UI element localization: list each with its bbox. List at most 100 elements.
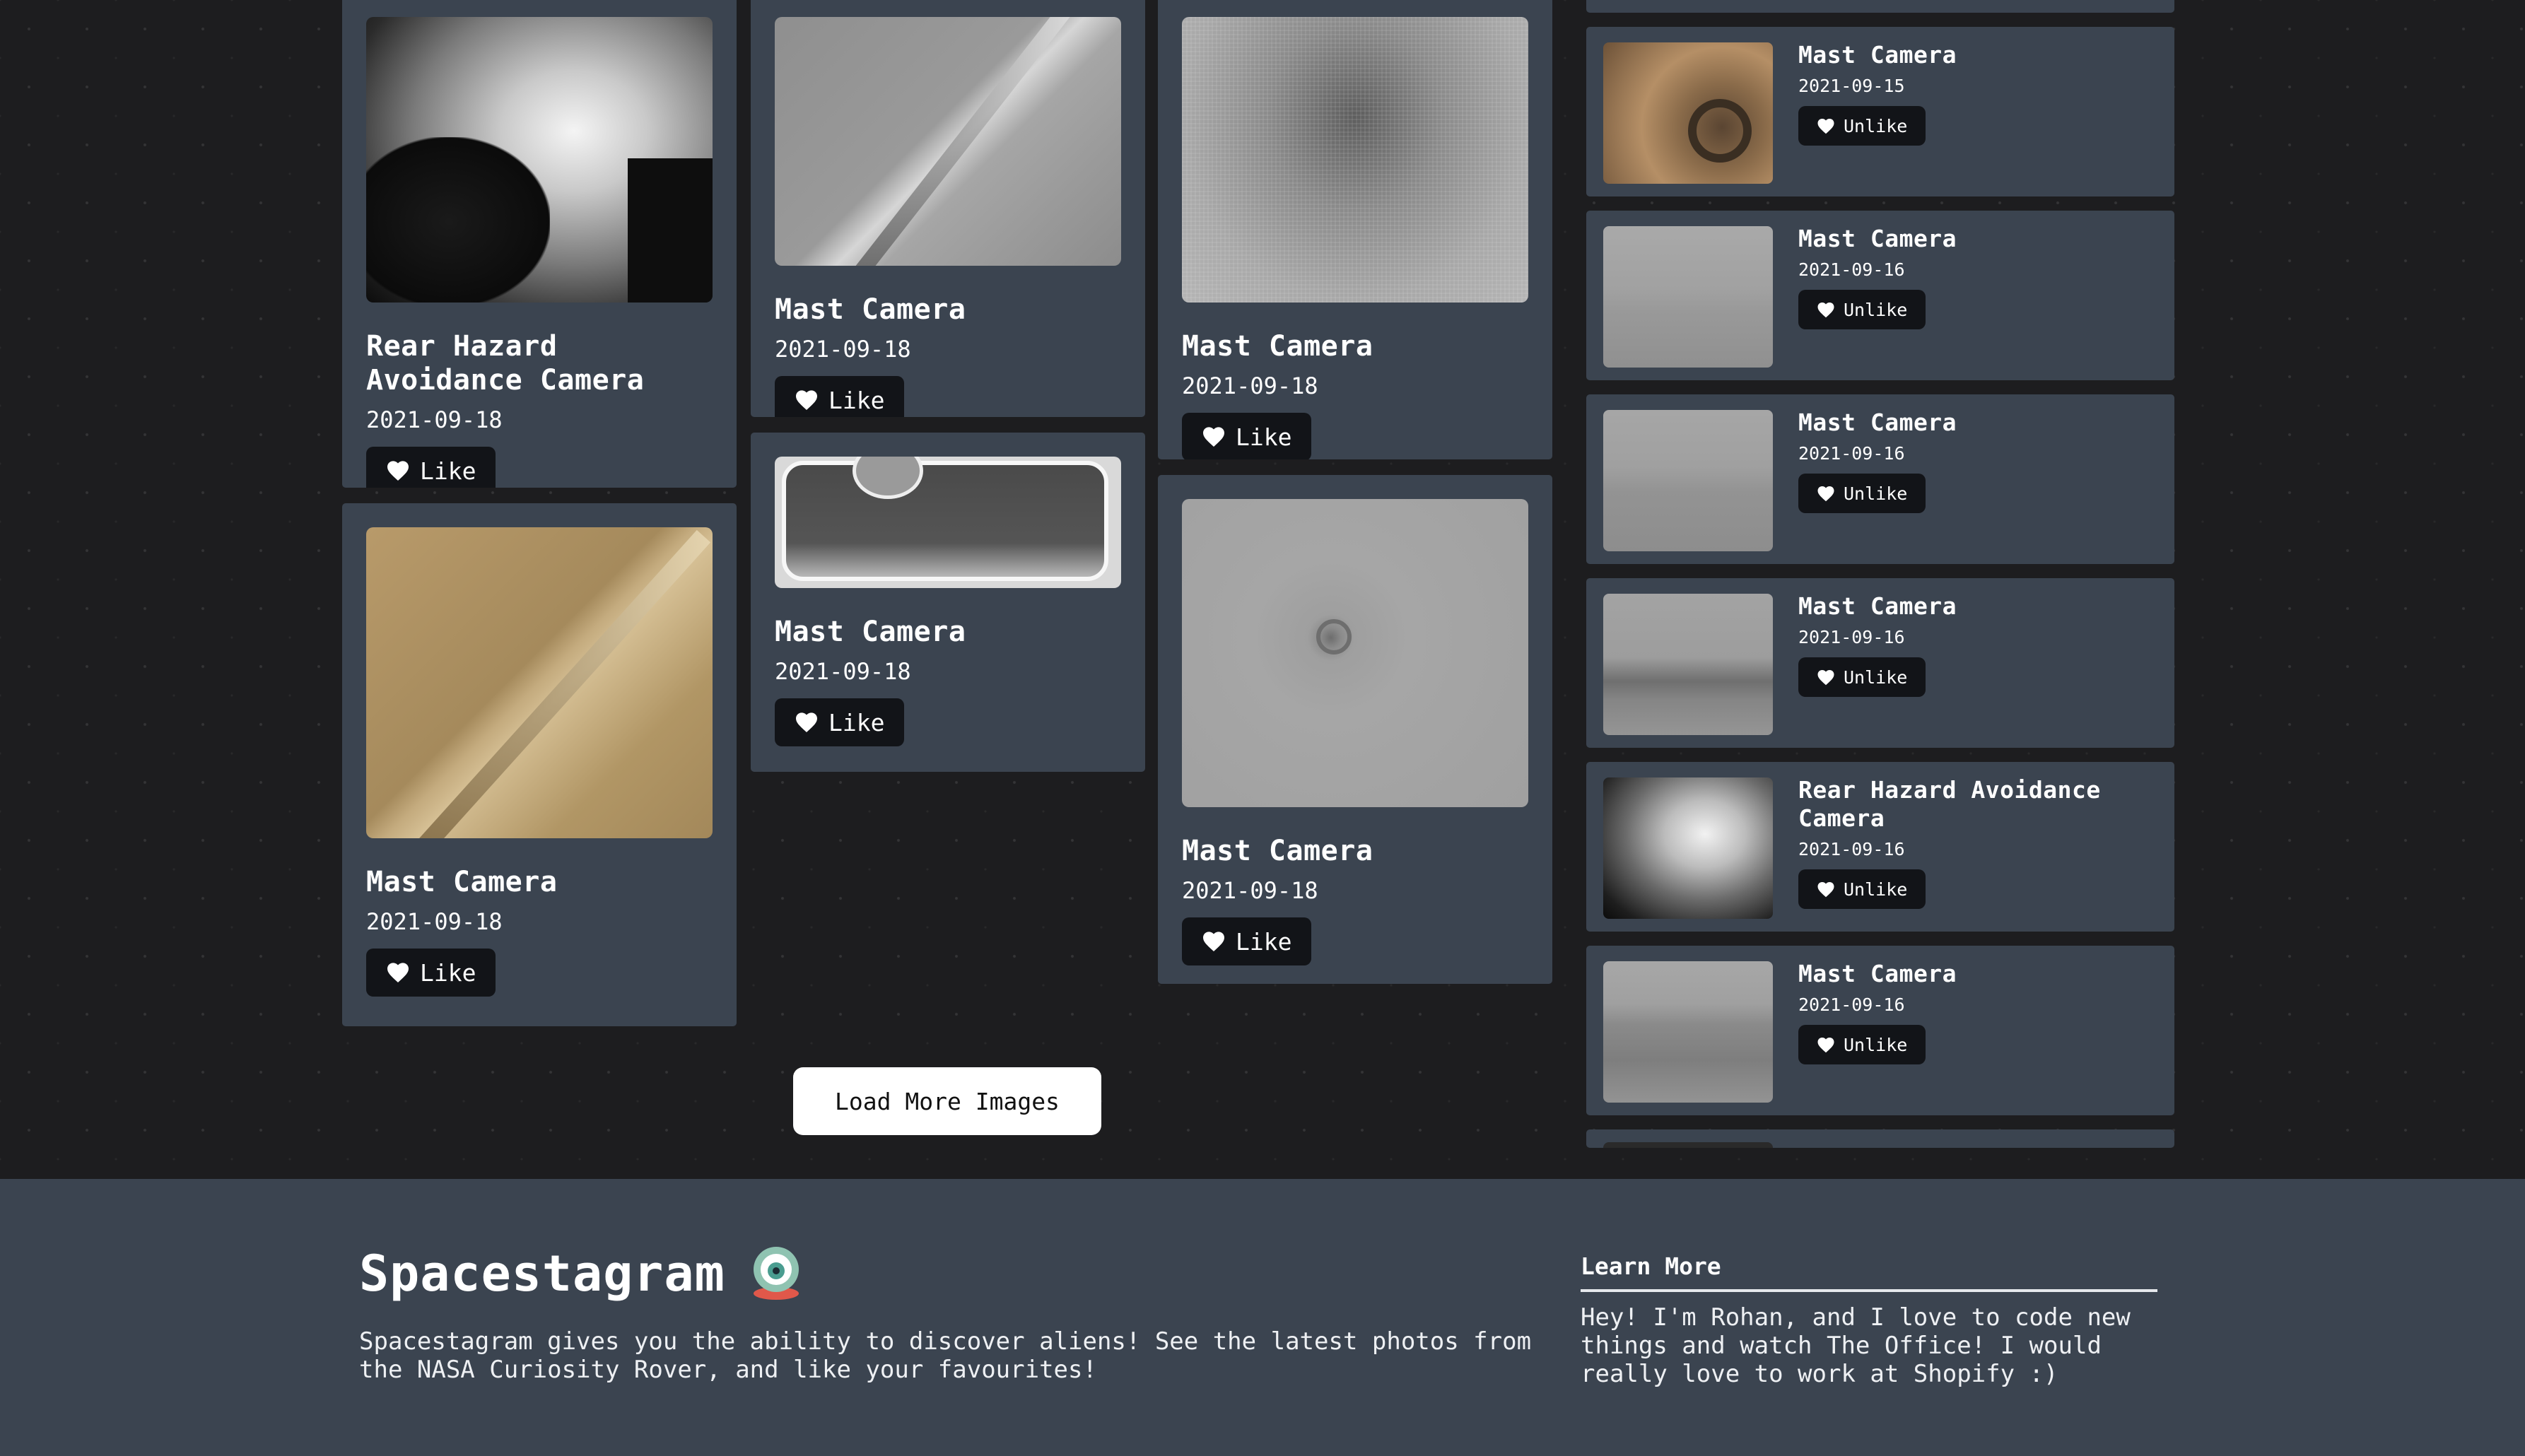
- photo-image: [366, 527, 713, 838]
- unlike-button[interactable]: Unlike: [1798, 869, 1926, 909]
- heart-icon: [1817, 1037, 1834, 1052]
- unlike-button[interactable]: Unlike: [1798, 474, 1926, 513]
- favourite-date: 2021-09-16: [1798, 839, 1905, 859]
- unlike-label: Unlike: [1844, 115, 1908, 136]
- like-button[interactable]: Like: [1182, 917, 1312, 965]
- card-date: 2021-09-18: [1182, 372, 1318, 399]
- favourite-image: [1603, 961, 1773, 1103]
- favourite-card: Mast Camera 2021-09-15 Unlike: [1586, 27, 2174, 196]
- favourite-date: 2021-09-16: [1798, 627, 1905, 647]
- learn-more-text: Hey! I'm Rohan, and I love to code new t…: [1581, 1303, 2131, 1388]
- favourite-date: 2021-09-16: [1798, 259, 1905, 280]
- favourite-text: Mast Camera 2021-09-16 Unlike: [1798, 409, 2160, 513]
- favourite-image: [1603, 594, 1773, 735]
- card-title: Mast Camera: [1182, 835, 1373, 867]
- heart-icon: [1203, 427, 1224, 447]
- card-title: Mast Camera: [775, 293, 966, 326]
- favourite-image: [1603, 42, 1773, 184]
- heart-icon: [1817, 881, 1834, 897]
- favourite-text: Rear Hazard Avoidance Camera 2021-09-16 …: [1798, 776, 2160, 909]
- favourite-date: 2021-09-16: [1798, 994, 1905, 1015]
- photo-image: [1182, 499, 1528, 807]
- favourite-image: [1603, 777, 1773, 919]
- load-more-button[interactable]: Load More Images: [793, 1067, 1101, 1135]
- like-button[interactable]: Like: [366, 949, 496, 997]
- card-title: Rear Hazard Avoidance Camera: [366, 330, 645, 397]
- card-title: Mast Camera: [1182, 330, 1373, 363]
- favourite-card: Mast Camera 2021-09-16 Unlike: [1586, 946, 2174, 1115]
- like-label: Like: [420, 958, 476, 987]
- heart-icon: [1203, 932, 1224, 952]
- card-date: 2021-09-18: [1182, 877, 1318, 904]
- like-label: Like: [828, 708, 885, 736]
- heart-icon: [796, 390, 817, 411]
- unlike-label: Unlike: [1844, 483, 1908, 504]
- photo-image: [366, 17, 713, 303]
- favourite-date: 2021-09-15: [1798, 76, 1905, 96]
- heart-icon: [1817, 669, 1834, 685]
- like-label: Like: [828, 386, 885, 414]
- favourite-card: Mast Camera 2021-09-16 Unlike: [1586, 394, 2174, 564]
- tray-outline: [782, 461, 1108, 581]
- rock-crack: [403, 529, 711, 838]
- favourite-text: Mast Camera 2021-09-16 Unlike: [1798, 225, 2160, 329]
- photo-card: Mast Camera 2021-09-18 Like: [751, 0, 1145, 417]
- like-label: Like: [1236, 927, 1292, 956]
- like-button[interactable]: Like: [775, 376, 905, 417]
- brand: Spacestagram: [359, 1244, 803, 1303]
- brand-title: Spacestagram: [359, 1245, 725, 1303]
- footer: Spacestagram Spacestagram gives you the …: [0, 1179, 2525, 1456]
- card-title: Mast Camera: [366, 866, 558, 898]
- like-label: Like: [1236, 423, 1292, 451]
- card-title: Mast Camera: [775, 616, 966, 648]
- favourite-title: Mast Camera: [1798, 960, 1957, 987]
- photo-card: Mast Camera 2021-09-18 Like: [342, 503, 737, 1026]
- unlike-button[interactable]: Unlike: [1798, 1025, 1926, 1064]
- photo-image: [1182, 17, 1528, 303]
- unlike-button[interactable]: Unlike: [1798, 657, 1926, 697]
- card-date: 2021-09-18: [775, 336, 911, 363]
- favourite-image: [1603, 226, 1773, 368]
- unlike-button[interactable]: Unlike: [1798, 106, 1926, 146]
- learn-more-heading: Learn More: [1581, 1252, 2157, 1292]
- like-label: Like: [420, 457, 476, 485]
- favourite-image: [1603, 410, 1773, 551]
- rover-hardware: [1688, 99, 1752, 163]
- unlike-button[interactable]: Unlike: [1798, 290, 1926, 329]
- card-date: 2021-09-18: [366, 908, 503, 935]
- favourite-card: Mast Camera 2021-09-16 Unlike: [1586, 211, 2174, 380]
- unlike-label: Unlike: [1844, 667, 1908, 688]
- heart-icon: [796, 712, 817, 733]
- rover-shadow-right: [628, 158, 713, 303]
- photo-card: Mast Camera 2021-09-18 Like: [1158, 0, 1552, 459]
- favourite-card: Rear Hazard Avoidance Camera 2021-09-16 …: [1586, 762, 2174, 932]
- heart-icon: [387, 963, 409, 983]
- heart-icon: [1817, 118, 1834, 134]
- photo-card: Mast Camera 2021-09-18 Like: [751, 433, 1145, 772]
- card-date: 2021-09-18: [775, 658, 911, 685]
- heart-icon: [1817, 302, 1834, 317]
- unlike-label: Unlike: [1844, 299, 1908, 320]
- photo-card: Mast Camera 2021-09-18 Like: [1158, 475, 1552, 984]
- like-button[interactable]: Like: [366, 447, 496, 488]
- favourite-card-partial: [1586, 0, 2174, 13]
- drill-hole: [1316, 619, 1352, 654]
- unlike-label: Unlike: [1844, 1034, 1908, 1055]
- photo-card: Rear Hazard Avoidance Camera 2021-09-18 …: [342, 0, 737, 488]
- footer-description: Spacestagram gives you the ability to di…: [359, 1327, 1532, 1384]
- heart-icon: [387, 461, 409, 481]
- favourite-title: Rear Hazard Avoidance Camera: [1798, 776, 2101, 832]
- favourite-image-partial: [1603, 1142, 1773, 1148]
- alien-eye-icon: [753, 1247, 799, 1300]
- favourite-title: Mast Camera: [1798, 225, 1957, 252]
- rover-shadow: [366, 137, 550, 303]
- favourite-text: Mast Camera 2021-09-16 Unlike: [1798, 592, 2160, 697]
- favourite-title: Mast Camera: [1798, 409, 1957, 436]
- favourite-card-partial: [1586, 1129, 2174, 1148]
- card-date: 2021-09-18: [366, 406, 503, 433]
- heart-icon: [1817, 486, 1834, 501]
- photo-image: [775, 17, 1121, 266]
- like-button[interactable]: Like: [1182, 413, 1312, 459]
- favourite-date: 2021-09-16: [1798, 443, 1905, 464]
- like-button[interactable]: Like: [775, 698, 905, 746]
